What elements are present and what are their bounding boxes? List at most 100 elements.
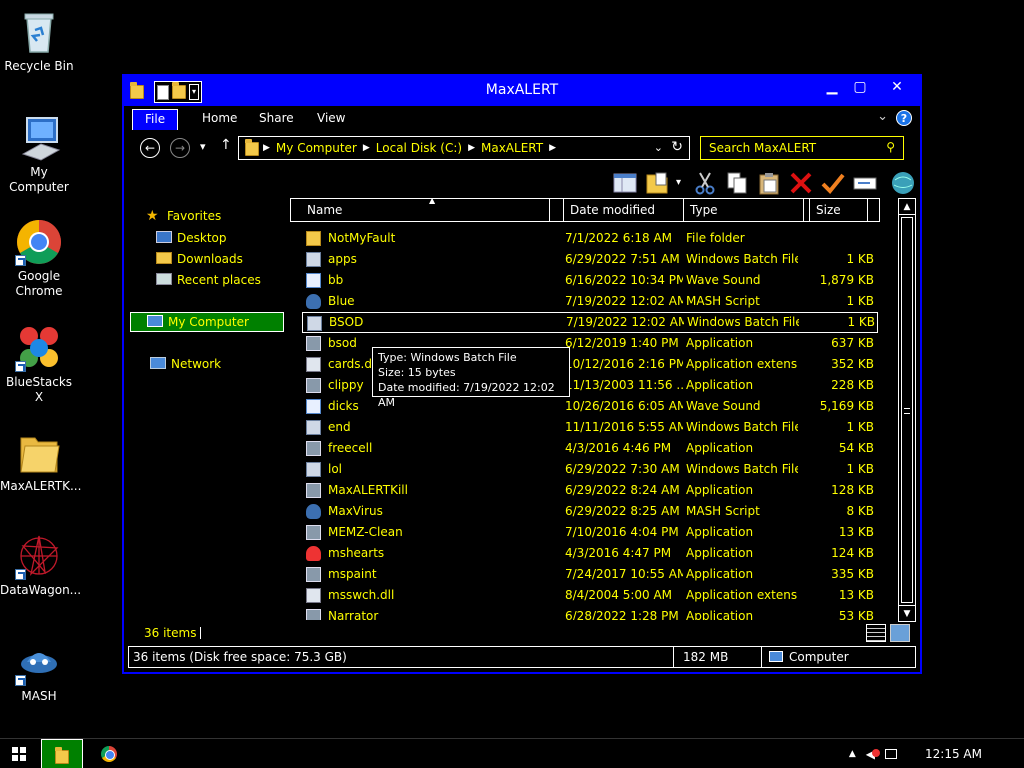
search-icon[interactable]: ⚲	[886, 140, 895, 154]
tab-share[interactable]: Share	[247, 109, 306, 130]
column-header-size[interactable]: Size	[809, 199, 867, 221]
command-toolbar: ▾	[612, 168, 916, 198]
desktop-icon-my-computer[interactable]: My Computer	[0, 114, 78, 195]
file-row[interactable]: mspaint 7/24/2017 10:55 AM Application 335 …	[302, 564, 878, 585]
tab-view[interactable]: View	[305, 109, 357, 130]
file-row[interactable]: Narrator 6/28/2022 1:28 PM Application 53 K…	[302, 606, 878, 620]
taskbar-chrome-icon[interactable]	[101, 746, 117, 762]
globe-icon[interactable]	[890, 170, 916, 196]
breadcrumb-maxalert[interactable]: MaxALERT	[481, 141, 543, 156]
maximize-button[interactable]: ▢	[846, 76, 874, 98]
forward-button[interactable]: →	[170, 138, 190, 158]
details-view-icon[interactable]	[866, 624, 886, 642]
column-header-divider[interactable]	[867, 199, 879, 221]
back-button[interactable]: ←	[140, 138, 160, 158]
desktop-icon-datawagon[interactable]: DataWagon...	[0, 532, 81, 598]
volume-muted-icon[interactable]: ◀	[866, 747, 880, 761]
refresh-icon[interactable]: ↻	[671, 139, 683, 155]
file-name: bb	[328, 273, 344, 287]
search-input[interactable]: Search MaxALERT	[709, 141, 816, 155]
breadcrumb-separator-icon[interactable]: ▶	[363, 141, 370, 156]
column-header-name[interactable]: Name	[291, 199, 549, 221]
file-type: Application	[686, 546, 754, 560]
file-row[interactable]: end 11/11/2016 5:55 AM Windows Batch File 1…	[302, 417, 878, 438]
breadcrumb-separator-icon[interactable]: ▶	[549, 141, 556, 156]
file-name: msswch.dll	[328, 588, 395, 602]
nav-computer-label: My Computer	[168, 315, 249, 329]
desktop-icon-bluestacks[interactable]: BlueStacks X	[0, 324, 78, 405]
preview-pane-icon[interactable]	[612, 170, 638, 196]
checkmark-icon[interactable]	[820, 170, 846, 196]
scroll-down-button[interactable]: ▼	[899, 605, 915, 621]
breadcrumb-my-computer[interactable]: My Computer	[276, 141, 357, 156]
windows-logo-icon	[20, 747, 26, 753]
taskbar-file-explorer[interactable]	[41, 739, 83, 768]
address-history-chevron-icon[interactable]: ⌄	[654, 141, 663, 154]
nav-desktop[interactable]: Desktop	[156, 228, 312, 248]
paste-icon[interactable]	[756, 170, 782, 196]
search-box[interactable]: Search MaxALERT ⚲	[700, 136, 904, 160]
file-row[interactable]: mshearts 4/3/2016 4:47 PM Application 124 K…	[302, 543, 878, 564]
file-row[interactable]: MEMZ-Clean 7/10/2016 4:04 PM Application 13…	[302, 522, 878, 543]
file-date: 11/13/2003 11:56 ...	[565, 378, 683, 392]
show-hidden-icons-icon[interactable]: ▲	[849, 749, 856, 759]
file-row[interactable]: msswch.dll 8/4/2004 5:00 AM Application ex…	[302, 585, 878, 606]
file-name: apps	[328, 252, 357, 266]
breadcrumb-separator-icon: ▶	[263, 143, 270, 153]
tab-file[interactable]: File	[132, 109, 179, 130]
column-header-type[interactable]: Type	[683, 199, 803, 221]
nav-desktop-label: Desktop	[177, 231, 227, 245]
cut-icon[interactable]	[692, 170, 718, 196]
desktop-icon-recycle-bin[interactable]: Recycle Bin	[0, 8, 78, 74]
nav-recent-places[interactable]: Recent places	[156, 270, 312, 290]
scroll-up-button[interactable]: ▲	[899, 199, 915, 215]
nav-my-computer[interactable]: My Computer	[130, 312, 284, 332]
file-row[interactable]: NotMyFault 7/1/2022 6:18 AM File folder	[302, 228, 878, 249]
delete-icon[interactable]	[788, 170, 814, 196]
large-icons-view-icon[interactable]	[890, 624, 910, 642]
ribbon-tabs: File Home Share View ⌄ ?	[124, 106, 920, 130]
file-row[interactable]: lol 6/29/2022 7:30 AM Windows Batch File 1 …	[302, 459, 878, 480]
network-tray-icon[interactable]	[885, 749, 898, 759]
file-name: Blue	[328, 294, 355, 308]
file-type: Application	[686, 567, 754, 581]
title-bar[interactable]: ▾ MaxALERT ▁ ▢ ✕	[124, 76, 920, 106]
column-header-date[interactable]: Date modified	[563, 199, 683, 221]
address-bar[interactable]: ▶ My Computer ▶ Local Disk (C:) ▶ MaxALE…	[238, 136, 690, 160]
file-row[interactable]: MaxALERTKill 6/29/2022 8:24 AM Application…	[302, 480, 878, 501]
view-options-chevron-icon[interactable]: ▾	[676, 170, 686, 196]
vertical-scrollbar[interactable]: ▲ ▼	[898, 198, 916, 622]
expand-ribbon-icon[interactable]: ⌄	[877, 109, 888, 124]
recent-locations-chevron-icon[interactable]: ▾	[200, 140, 206, 153]
minimize-button[interactable]: ▁	[818, 76, 846, 98]
file-date: 6/29/2022 8:24 AM	[565, 483, 680, 497]
desktop-icon-maxalertk[interactable]: MaxALERTK...	[0, 428, 81, 494]
breadcrumb-separator-icon[interactable]: ▶	[468, 141, 475, 156]
up-button[interactable]: ↑	[220, 137, 232, 153]
scroll-thumb[interactable]	[901, 217, 913, 603]
nav-network[interactable]: Network	[150, 354, 306, 374]
desktop-icon-google-chrome[interactable]: Google Chrome	[0, 218, 78, 299]
folder-icon	[15, 428, 63, 476]
nav-favorites[interactable]: ★ Favorites	[146, 206, 302, 226]
file-row[interactable]: bb 6/16/2022 10:34 PM Wave Sound 1,879 KB	[302, 270, 878, 291]
file-row[interactable]: freecell 4/3/2016 4:46 PM Application 54 KB	[302, 438, 878, 459]
close-button[interactable]: ✕	[874, 76, 920, 98]
column-header-divider[interactable]	[549, 199, 563, 221]
rename-icon[interactable]	[852, 170, 878, 196]
nav-downloads[interactable]: Downloads	[156, 249, 312, 269]
file-row[interactable]: BSOD 7/19/2022 12:02 AM Windows Batch File…	[302, 312, 878, 333]
file-date: 7/1/2022 6:18 AM	[565, 231, 673, 245]
desktop-icon-mash[interactable]: MASH	[0, 638, 78, 704]
tab-home[interactable]: Home	[190, 109, 249, 130]
help-icon[interactable]: ?	[896, 110, 912, 126]
status-disk-space: 36 items (Disk free space: 75.3 GB)	[133, 650, 347, 664]
folder-options-icon[interactable]	[644, 170, 670, 196]
breadcrumb-local-disk[interactable]: Local Disk (C:)	[376, 141, 462, 156]
file-row[interactable]: apps 6/29/2022 7:51 AM Windows Batch File 1…	[302, 249, 878, 270]
copy-icon[interactable]	[724, 170, 750, 196]
file-row[interactable]: Blue 7/19/2022 12:02 AM MASH Script 1 KB	[302, 291, 878, 312]
start-button[interactable]	[12, 747, 26, 761]
file-row[interactable]: MaxVirus 6/29/2022 8:25 AM MASH Script 8 KB	[302, 501, 878, 522]
clock[interactable]: 12:15 AM	[925, 747, 982, 761]
